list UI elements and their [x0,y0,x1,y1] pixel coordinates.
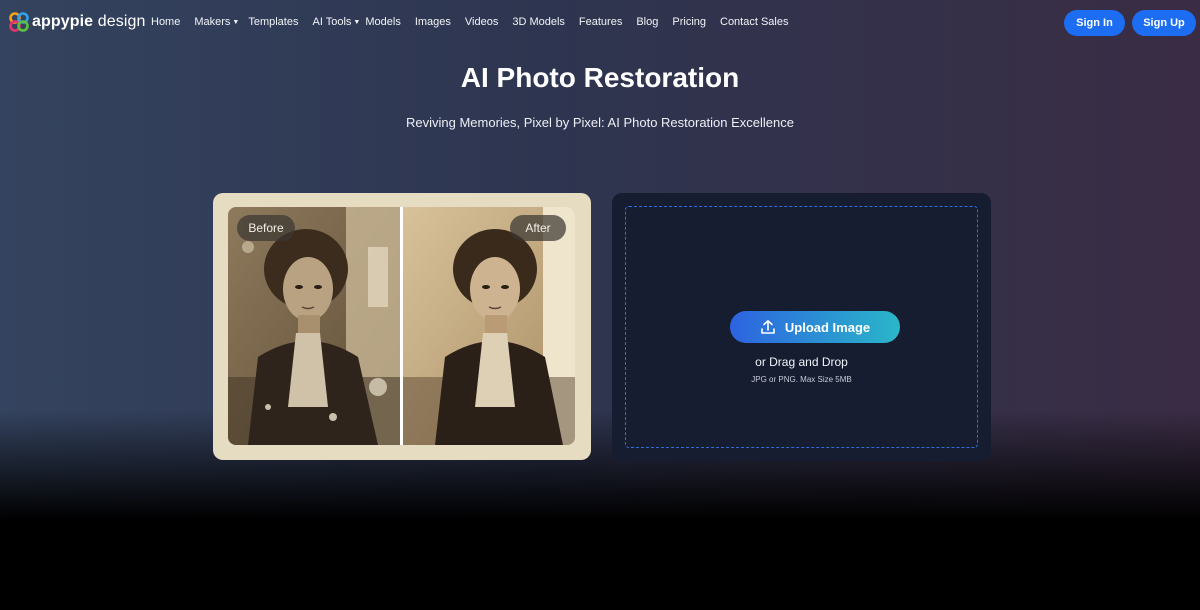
caret-down-icon: ▼ [232,18,240,26]
upload-button-label: Upload Image [784,319,871,335]
nav-item-home[interactable]: Home [151,16,180,28]
after-photo [403,207,575,445]
after-label: After [510,215,566,241]
drag-drop-text: or Drag and Drop [755,355,848,369]
nav-item-images[interactable]: Images [415,16,451,28]
nav-item-makers[interactable]: Makers ▼ [194,16,239,28]
file-requirements-hint: JPG or PNG. Max Size 5MB [751,375,852,384]
nav-item-ai-tools[interactable]: AI Tools ▼ [312,16,360,28]
page-subtitle: Reviving Memories, Pixel by Pixel: AI Ph… [405,115,794,130]
caret-down-icon: ▼ [353,18,361,26]
nav-item-models[interactable]: Models [365,16,400,28]
before-label: Before [237,215,295,241]
before-photo [228,207,400,445]
sign-up-button[interactable]: Sign Up [1132,10,1196,36]
nav-item-videos[interactable]: Videos [465,16,498,28]
nav-item-contact-sales[interactable]: Contact Sales [720,16,788,28]
nav-item-features[interactable]: Features [579,16,622,28]
page-title: AI Photo Restoration [460,62,740,93]
appypie-logo-icon [9,12,29,32]
brand-name: appypie design [32,13,146,30]
nav-item-pricing[interactable]: Pricing [672,16,706,28]
before-after-comparison: Before After [213,193,591,460]
upload-panel: Upload Image or Drag and Drop JPG or PNG… [612,193,991,461]
nav-item-3d-models[interactable]: 3D Models [512,16,565,28]
nav-item-blog[interactable]: Blog [636,16,658,28]
upload-arrow-icon [761,320,775,334]
brand-logo[interactable]: appypie design [9,12,145,32]
top-navbar: appypie design Home Makers ▼ Templates AI… [0,0,1200,46]
upload-image-button[interactable]: Upload Image [730,311,900,343]
drop-zone[interactable]: Upload Image or Drag and Drop JPG or PNG… [625,206,978,448]
sign-in-button[interactable]: Sign In [1064,10,1125,36]
main-menu: Home Makers ▼ Templates AI Tools ▼ Models … [151,16,802,28]
nav-item-templates[interactable]: Templates [248,16,298,28]
